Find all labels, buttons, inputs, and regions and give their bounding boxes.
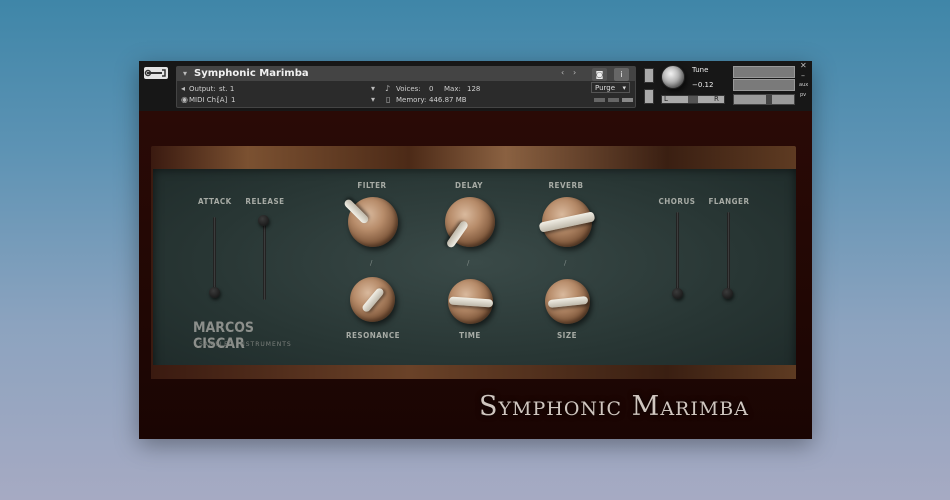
output-value[interactable]: st. 1	[219, 85, 234, 93]
release-slider-thumb[interactable]	[258, 215, 269, 226]
reverb-tick-icon: /	[564, 259, 567, 267]
tune-label: Tune	[692, 66, 709, 74]
flanger-label: FLANGER	[708, 197, 750, 206]
volume-handle[interactable]	[766, 95, 772, 104]
midi-port[interactable]: [A]	[217, 96, 227, 104]
delay-label: DELAY	[455, 181, 483, 190]
level-meter-mid	[608, 98, 619, 102]
voices-label: Voices:	[396, 85, 421, 93]
time-knob[interactable]	[448, 279, 493, 324]
attack-slider-track[interactable]	[213, 217, 216, 295]
time-label: TIME	[459, 331, 481, 340]
flanger-slider-thumb[interactable]	[722, 288, 733, 299]
chorus-slider-thumb[interactable]	[672, 288, 683, 299]
purge-dropdown-icon: ▾	[622, 84, 626, 92]
prev-arrow-icon[interactable]: ‹	[561, 68, 564, 77]
pan-handle[interactable]	[688, 96, 698, 103]
output-slot-display-2	[733, 79, 795, 91]
release-slider-track[interactable]	[263, 224, 266, 300]
memory-label: Memory:	[396, 96, 427, 104]
filter-knob[interactable]	[342, 197, 398, 247]
size-knob[interactable]	[545, 279, 590, 324]
midi-dropdown-icon[interactable]: ▾	[371, 95, 375, 104]
output-slot-display-1	[733, 66, 795, 78]
delay-knob[interactable]	[445, 197, 495, 249]
chorus-slider-track[interactable]	[676, 212, 679, 292]
pan-left-label: L	[664, 95, 668, 103]
voices-value: 0	[429, 85, 434, 93]
chevron-down-icon[interactable]: ▾	[183, 69, 187, 78]
output-label: Output:	[189, 85, 216, 93]
midi-label: MIDI Ch:	[189, 96, 219, 104]
max-voices-value[interactable]: 128	[467, 85, 480, 93]
wood-frame-bottom	[151, 365, 796, 379]
header-bar: ▾ Symphonic Marimba ‹ › ◙ i ◂ Output: st…	[139, 61, 812, 112]
reverb-label: REVERB	[548, 181, 584, 190]
output-arrow-icon: ◂	[181, 84, 186, 93]
voices-icon: ♪	[385, 84, 391, 93]
chorus-label: CHORUS	[658, 197, 696, 206]
wrench-icon[interactable]	[144, 67, 168, 79]
pan-slider[interactable]: L R	[661, 95, 725, 104]
tune-section: Tune −0.12 L R	[639, 61, 729, 111]
midi-icon: ◉	[181, 95, 188, 104]
flanger-slider-track[interactable]	[727, 212, 730, 292]
filter-label: FILTER	[357, 181, 387, 190]
level-meter-right	[622, 98, 633, 102]
filter-tick-icon: /	[370, 259, 373, 267]
instrument-name: Symphonic Marimba	[194, 68, 309, 79]
tune-value: −0.12	[692, 81, 714, 89]
size-label: SIZE	[557, 331, 577, 340]
max-label: Max:	[444, 85, 461, 93]
aux-label[interactable]: aux	[799, 82, 808, 88]
plugin-window: ▾ Symphonic Marimba ‹ › ◙ i ◂ Output: st…	[139, 61, 812, 439]
pan-right-label: R	[714, 95, 719, 103]
resonance-knob[interactable]	[350, 277, 395, 322]
delay-tick-icon: /	[467, 259, 470, 267]
memory-icon: ▯	[386, 95, 391, 104]
volume-slider[interactable]	[733, 94, 795, 105]
reverb-knob[interactable]	[538, 197, 596, 247]
tune-knob[interactable]	[661, 65, 685, 89]
info-icon[interactable]: i	[614, 68, 629, 81]
attack-slider-thumb[interactable]	[209, 287, 220, 298]
output-dropdown-icon[interactable]: ▾	[371, 84, 375, 93]
level-meter-left	[594, 98, 605, 102]
product-title: Symphonic Marimba	[479, 391, 749, 422]
midi-channel-value[interactable]: 1	[231, 96, 235, 104]
next-arrow-icon[interactable]: ›	[573, 68, 576, 77]
close-icon[interactable]: ✕	[800, 61, 807, 70]
resonance-label: RESONANCE	[345, 331, 401, 340]
memory-value: 446.87 MB	[429, 96, 467, 104]
purge-dropdown[interactable]: Purge ▾	[591, 82, 630, 93]
purge-label: Purge	[595, 84, 616, 92]
maker-subtitle: SAMPLED INSTRUMENTS	[199, 341, 292, 348]
instrument-header-panel: ▾ Symphonic Marimba ‹ › ◙ i ◂ Output: st…	[176, 66, 636, 108]
camera-icon[interactable]: ◙	[592, 68, 607, 81]
minimize-icon[interactable]: –	[801, 71, 805, 80]
attack-label: ATTACK	[198, 197, 232, 206]
pv-label[interactable]: pv	[800, 92, 806, 98]
controls-panel: ATTACK RELEASE MARCOS CISCAR SAMPLED INS…	[153, 169, 796, 377]
release-label: RELEASE	[245, 197, 285, 206]
